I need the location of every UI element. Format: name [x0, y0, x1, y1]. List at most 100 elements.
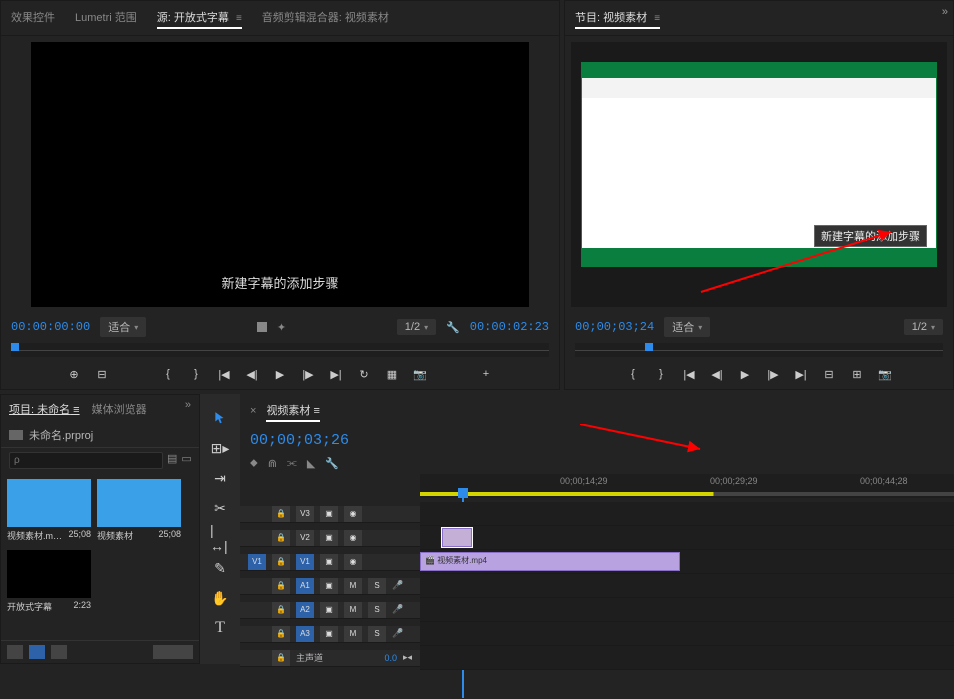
source-viewer[interactable]: 新建字幕的添加步骤 — [31, 42, 529, 307]
ripple-edit-tool[interactable]: ⇥ — [210, 468, 230, 488]
timeline-ruler[interactable]: 00;00;14;29 00;00;29;29 00;00;44;28 — [420, 474, 954, 498]
timeline-timecode[interactable]: 00;00;03;26 — [240, 428, 954, 453]
goto-in-button[interactable]: |◀ — [214, 365, 234, 383]
track-select-tool[interactable]: ⊞▸ — [210, 438, 230, 458]
mark-in-button[interactable]: { — [623, 365, 643, 383]
mark-in-button[interactable]: { — [158, 365, 178, 383]
mute-toggle[interactable]: M — [344, 602, 362, 618]
wrench-icon[interactable]: 🔧 — [446, 321, 460, 334]
lock-toggle[interactable]: 🔒 — [272, 554, 290, 570]
playhead[interactable] — [458, 488, 468, 498]
tab-source[interactable]: 源: 开放式字幕 ≡ — [157, 7, 242, 29]
lock-toggle[interactable]: 🔒 — [272, 506, 290, 522]
mark-out-button[interactable]: } — [186, 365, 206, 383]
export-frame-button[interactable]: 📷 — [410, 365, 430, 383]
zoom-dropdown[interactable]: 1/2▾ — [397, 319, 436, 335]
voice-icon[interactable]: 🎤 — [392, 604, 403, 615]
lock-toggle[interactable]: 🔒 — [272, 602, 290, 618]
goto-out-button[interactable]: ▶| — [326, 365, 346, 383]
close-icon[interactable]: ≡ — [236, 13, 242, 24]
search-input[interactable] — [9, 452, 163, 469]
goto-in-button[interactable]: |◀ — [679, 365, 699, 383]
new-bin-icon[interactable]: ▭ — [181, 452, 191, 464]
list-view-icon[interactable] — [7, 645, 23, 659]
zoom-dropdown[interactable]: 1/2▾ — [904, 319, 943, 335]
pen-tool[interactable]: ✎ — [210, 558, 230, 578]
eye-toggle[interactable]: ◉ — [344, 530, 362, 546]
stop-icon[interactable] — [257, 322, 267, 332]
add-button[interactable]: + — [476, 365, 496, 383]
extract-button[interactable]: ⊞ — [847, 365, 867, 383]
master-value[interactable]: 0.0 — [384, 653, 397, 663]
track-label[interactable]: V2 — [296, 530, 314, 546]
output-toggle[interactable]: ▣ — [320, 578, 338, 594]
mute-toggle[interactable]: M — [344, 626, 362, 642]
tab-media-browser[interactable]: 媒体浏览器 — [92, 399, 147, 419]
overwrite-button[interactable]: ⊟ — [92, 365, 112, 383]
tab-project[interactable]: 项目: 未命名 ≡ — [9, 399, 80, 419]
project-item[interactable]: 开放式字幕2:23 — [7, 550, 91, 615]
track-label[interactable]: A2 — [296, 602, 314, 618]
output-toggle[interactable]: ▣ — [320, 554, 338, 570]
freeform-view-icon[interactable] — [51, 645, 67, 659]
close-icon[interactable]: × — [250, 405, 256, 417]
step-back-button[interactable]: ◀| — [242, 365, 262, 383]
snap-icon[interactable]: ⬥ — [250, 457, 258, 470]
filter-icon[interactable]: ▤ — [167, 452, 177, 464]
output-toggle[interactable]: ▣ — [320, 506, 338, 522]
slip-tool[interactable]: |↔| — [210, 528, 230, 548]
zoom-slider[interactable] — [153, 645, 193, 659]
magnet-icon[interactable]: ⋒ — [268, 457, 277, 470]
tab-audiomix[interactable]: 音频剪辑混合器: 视频素材 — [262, 7, 389, 29]
lock-toggle[interactable]: 🔒 — [272, 626, 290, 642]
timeline-tab[interactable]: 视频素材 ≡ — [266, 400, 319, 422]
caption-clip[interactable] — [442, 528, 472, 547]
project-item[interactable]: 视频素材.m…25;08 — [7, 479, 91, 544]
step-fwd-button[interactable]: |▶ — [298, 365, 318, 383]
insert-button[interactable]: ⊕ — [64, 365, 84, 383]
mute-toggle[interactable]: M — [344, 578, 362, 594]
tab-lumetri[interactable]: Lumetri 范围 — [75, 7, 137, 29]
hand-tool[interactable]: ✋ — [210, 588, 230, 608]
razor-tool[interactable]: ✂ — [210, 498, 230, 518]
lock-toggle[interactable]: 🔒 — [272, 530, 290, 546]
project-file-row[interactable]: 未命名.prproj — [1, 423, 199, 448]
selection-tool[interactable] — [210, 408, 230, 428]
program-scrubber[interactable] — [575, 343, 943, 357]
lift-button[interactable]: ⊟ — [819, 365, 839, 383]
goto-out-button[interactable]: ▶| — [791, 365, 811, 383]
track-label[interactable]: A1 — [296, 578, 314, 594]
program-tc[interactable]: 00;00;03;24 — [575, 320, 654, 334]
eye-toggle[interactable]: ◉ — [344, 554, 362, 570]
fit-dropdown[interactable]: 适合▾ — [100, 317, 146, 337]
marker-icon[interactable]: ◣ — [307, 457, 315, 470]
close-icon[interactable]: ≡ — [654, 13, 660, 24]
solo-toggle[interactable]: S — [368, 602, 386, 618]
tab-program[interactable]: 节目: 视频素材 ≡ — [575, 7, 660, 29]
output-toggle[interactable]: ▣ — [320, 626, 338, 642]
source-patch[interactable]: V1 — [248, 554, 266, 570]
panel-menu-icon[interactable]: » — [185, 399, 191, 419]
settings-icon[interactable]: 🔧 — [325, 457, 339, 470]
track-label[interactable]: V1 — [296, 554, 314, 570]
play-button[interactable]: ▶ — [735, 365, 755, 383]
track-label[interactable]: A3 — [296, 626, 314, 642]
mark-out-button[interactable]: } — [651, 365, 671, 383]
source-tc-in[interactable]: 00:00:00:00 — [11, 320, 90, 334]
solo-toggle[interactable]: S — [368, 578, 386, 594]
program-viewer[interactable]: 新建字幕的添加步骤 — [571, 42, 947, 307]
play-button[interactable]: ▶ — [270, 365, 290, 383]
safe-margin-button[interactable]: ▦ — [382, 365, 402, 383]
link-icon[interactable]: ⫘ — [287, 457, 297, 470]
project-item[interactable]: 视频素材25;08 — [97, 479, 181, 544]
output-toggle[interactable]: ▣ — [320, 530, 338, 546]
output-toggle[interactable]: ▣ — [320, 602, 338, 618]
loop-button[interactable]: ↻ — [354, 365, 374, 383]
eye-toggle[interactable]: ◉ — [344, 506, 362, 522]
fit-dropdown[interactable]: 适合▾ — [664, 317, 710, 337]
marker-icon[interactable]: ✦ — [277, 321, 286, 334]
step-back-button[interactable]: ◀| — [707, 365, 727, 383]
export-frame-button[interactable]: 📷 — [875, 365, 895, 383]
video-clip[interactable]: 🎬 视频素材.mp4 — [420, 552, 680, 571]
lock-toggle[interactable]: 🔒 — [272, 650, 290, 666]
